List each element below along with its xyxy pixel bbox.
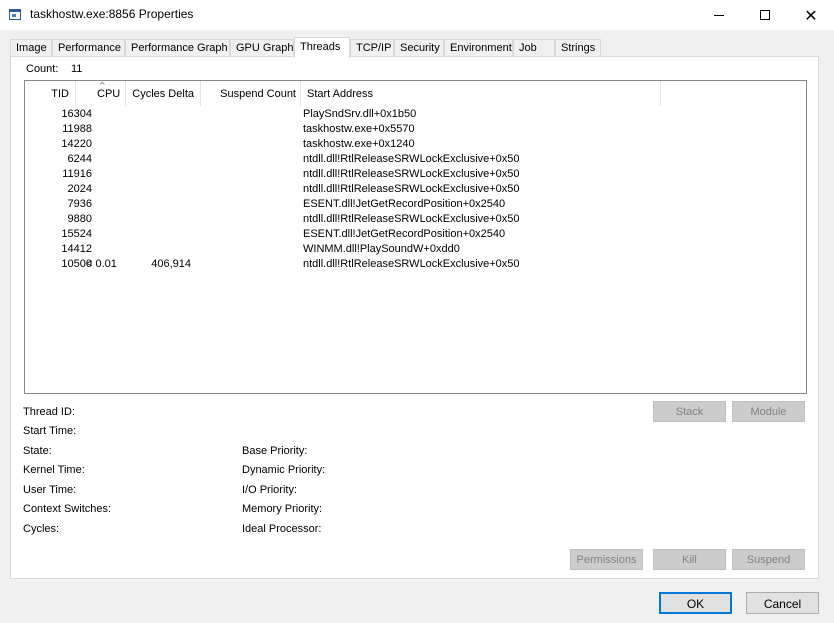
cell-start-address: ESENT.dll!JetGetRecordPosition+0x2540 [303, 228, 506, 240]
sort-ascending-icon: ^ [99, 81, 106, 90]
cell-tid: 15524 [61, 228, 92, 240]
list-header: TID CPU ^ Cycles Delta Suspend Count Sta… [25, 81, 806, 106]
column-header-tid[interactable]: TID [25, 81, 76, 106]
table-row[interactable]: 15524 ESENT.dll!JetGetRecordPosition+0x25… [25, 228, 806, 243]
cell-start-address: PlaySndSrv.dll+0x1b50 [303, 108, 417, 120]
tab-strings[interactable]: Strings [555, 39, 601, 57]
io-priority-label: I/O Priority: [242, 484, 298, 496]
cell-start-address: WINMM.dll!PlaySoundW+0xdd0 [303, 243, 460, 255]
memory-priority-label: Memory Priority: [242, 503, 323, 515]
table-row[interactable]: 16304 PlaySndSrv.dll+0x1b50 [25, 108, 806, 123]
user-time-label: User Time: [23, 484, 77, 496]
tab-tcpip[interactable]: TCP/IP [350, 39, 394, 57]
cell-tid: 7936 [67, 198, 92, 210]
table-row[interactable]: 9880 ntdll.dll!RtlReleaseSRWLockExclusive… [25, 213, 806, 228]
count-label: Count: [26, 63, 59, 75]
cell-start-address: ntdll.dll!RtlReleaseSRWLockExclusive+0x5… [303, 258, 520, 270]
table-row[interactable]: 6244 ntdll.dll!RtlReleaseSRWLockExclusive… [25, 153, 806, 168]
cell-tid: 14220 [61, 138, 92, 150]
tab-environment[interactable]: Environment [444, 39, 513, 57]
cell-tid: 14412 [61, 243, 92, 255]
count-value: 11 [71, 63, 83, 75]
start-time-label: Start Time: [23, 425, 77, 437]
thread-list[interactable]: TID CPU ^ Cycles Delta Suspend Count Sta… [24, 80, 807, 394]
ideal-processor-label: Ideal Processor: [242, 523, 322, 535]
cell-tid: 11916 [62, 168, 92, 180]
tab-performance[interactable]: Performance [52, 39, 125, 57]
cell-cycles-delta: 406,914 [151, 258, 191, 270]
state-label: State: [23, 445, 52, 457]
cell-start-address: ntdll.dll!RtlReleaseSRWLockExclusive+0x5… [303, 168, 520, 180]
stack-button[interactable]: Stack [653, 401, 726, 422]
table-row[interactable]: 14220 taskhostw.exe+0x1240 [25, 138, 806, 153]
column-header-start-address[interactable]: Start Address [301, 81, 661, 106]
thread-id-label: Thread ID: [23, 406, 75, 418]
base-priority-label: Base Priority: [242, 445, 308, 457]
tab-image[interactable]: Image [10, 39, 52, 57]
cell-tid: 16304 [61, 108, 92, 120]
cell-start-address: ntdll.dll!RtlReleaseSRWLockExclusive+0x5… [303, 213, 520, 225]
cell-start-address: taskhostw.exe+0x5570 [303, 123, 415, 135]
column-header-suspend-count[interactable]: Suspend Count [201, 81, 301, 106]
cell-tid: 11988 [62, 123, 92, 135]
ok-button[interactable]: OK [659, 592, 732, 614]
table-row[interactable]: 11988 taskhostw.exe+0x5570 [25, 123, 806, 138]
close-button[interactable]: ✕ [788, 0, 834, 30]
cell-start-address: ntdll.dll!RtlReleaseSRWLockExclusive+0x5… [303, 153, 520, 165]
table-row[interactable]: 11916 ntdll.dll!RtlReleaseSRWLockExclusiv… [25, 168, 806, 183]
tab-strip: Image Performance Performance Graph GPU … [10, 37, 825, 58]
title-bar[interactable]: taskhostw.exe:8856 Properties ✕ [0, 0, 834, 30]
app-icon [9, 9, 21, 20]
tab-job[interactable]: Job [513, 39, 555, 57]
table-row[interactable]: 2024 ntdll.dll!RtlReleaseSRWLockExclusive… [25, 183, 806, 198]
kernel-time-label: Kernel Time: [23, 464, 85, 476]
dynamic-priority-label: Dynamic Priority: [242, 464, 326, 476]
table-row[interactable]: 10500 < 0.01 406,914 ntdll.dll!RtlReleaseSR… [25, 258, 806, 273]
cycles-label: Cycles: [23, 523, 60, 535]
minimize-button[interactable] [696, 0, 742, 30]
cell-tid: 6244 [67, 153, 92, 165]
tab-performance-graph[interactable]: Performance Graph [125, 39, 230, 57]
tab-threads[interactable]: Threads [294, 37, 350, 58]
cell-start-address: taskhostw.exe+0x1240 [303, 138, 415, 150]
tab-gpu-graph[interactable]: GPU Graph [230, 39, 294, 57]
cell-start-address: ntdll.dll!RtlReleaseSRWLockExclusive+0x5… [303, 183, 520, 195]
cell-tid: 2024 [67, 183, 92, 195]
cell-tid: 9880 [67, 213, 92, 225]
suspend-button[interactable]: Suspend [732, 549, 805, 570]
kill-button[interactable]: Kill [653, 549, 726, 570]
close-icon: ✕ [804, 5, 818, 25]
cell-cpu: < 0.01 [86, 258, 117, 270]
cell-start-address: ESENT.dll!JetGetRecordPosition+0x2540 [303, 198, 506, 210]
window-title: taskhostw.exe:8856 Properties [30, 7, 194, 21]
maximize-icon [760, 10, 770, 20]
table-row[interactable]: 14412 WINMM.dll!PlaySoundW+0xdd0 [25, 243, 806, 258]
cancel-button[interactable]: Cancel [746, 592, 819, 614]
minimize-icon [714, 14, 724, 16]
permissions-button[interactable]: Permissions [570, 549, 643, 570]
module-button[interactable]: Module [732, 401, 805, 422]
table-row[interactable]: 7936 ESENT.dll!JetGetRecordPosition+0x254… [25, 198, 806, 213]
column-header-cycles-delta[interactable]: Cycles Delta [126, 81, 201, 106]
tab-security[interactable]: Security [394, 39, 444, 57]
maximize-button[interactable] [742, 0, 788, 30]
context-switches-label: Context Switches: [23, 503, 112, 515]
